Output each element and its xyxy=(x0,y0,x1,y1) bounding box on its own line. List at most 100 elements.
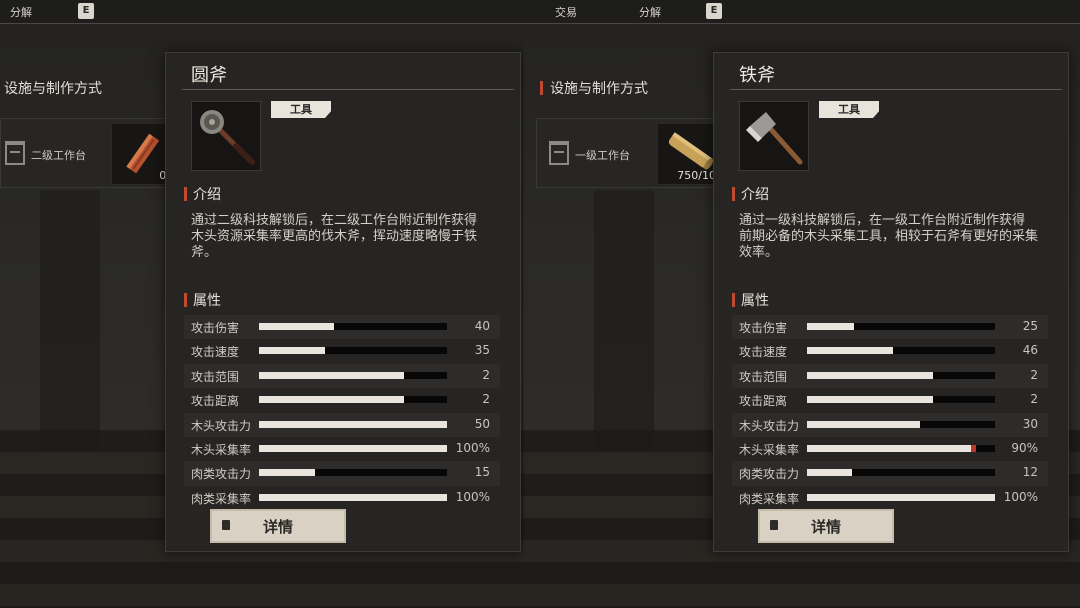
stat-row: 攻击伤害 25 xyxy=(732,315,1048,339)
item-title: 铁斧 xyxy=(739,65,775,86)
stat-bar-marker xyxy=(971,444,977,452)
stat-bar xyxy=(807,469,995,477)
disassemble-tab[interactable]: 分解 xyxy=(639,4,661,20)
description-text: 通过二级科技解锁后，在二级工作台附近制作获得 木头资源采集率更高的伐木斧，挥动速… xyxy=(191,213,478,260)
stat-value: 90% xyxy=(1011,440,1038,455)
stat-row: 攻击距离 2 xyxy=(184,388,500,412)
disassemble-tab[interactable]: 分解 xyxy=(10,4,32,20)
material-slot[interactable]: 750/10 xyxy=(657,123,719,185)
round-axe-icon xyxy=(200,110,255,165)
stat-label: 肉类采集率 xyxy=(739,491,800,506)
stat-bar xyxy=(259,371,447,379)
intro-heading-text: 介绍 xyxy=(741,187,769,203)
hotkey-e: E xyxy=(706,3,722,19)
wall-post xyxy=(40,190,100,450)
heading-accent xyxy=(732,187,735,201)
stat-bar-fill xyxy=(807,420,920,428)
facility-title-text: 设施与制作方式 xyxy=(550,81,648,97)
details-button-label: 详情 xyxy=(810,518,841,536)
trade-tab[interactable]: 交易 xyxy=(555,4,577,20)
stat-row: 肉类采集率 100% xyxy=(732,486,1048,510)
stat-value: 30 xyxy=(1022,416,1038,431)
stat-bar xyxy=(259,444,447,452)
details-button[interactable]: 详情 xyxy=(758,509,894,543)
stats-heading-text: 属性 xyxy=(193,293,221,309)
stat-row: 攻击距离 2 xyxy=(732,388,1048,412)
stat-row: 木头采集率 90% xyxy=(732,437,1048,461)
stats-list: 攻击伤害 40 攻击速度 35 攻击范围 2 攻击距离 2 木头攻击力 50 木头采集率 100% 肉类… xyxy=(184,315,500,510)
stat-value: 40 xyxy=(474,319,490,333)
stats-heading: 属性 xyxy=(184,290,221,310)
stat-bar-fill xyxy=(807,323,854,330)
item-detail-panel: 铁斧 工具 介绍 通过一级科技解锁后，在一级工作台附近制作获得 前期必备的木头采… xyxy=(713,52,1069,552)
stat-bar xyxy=(259,420,447,428)
stat-bar-fill xyxy=(259,396,404,404)
stat-label: 木头攻击力 xyxy=(739,418,800,433)
stat-row: 木头攻击力 30 xyxy=(732,413,1048,437)
facility-section-title: 设施与制作方式 xyxy=(540,78,648,98)
intro-heading-text: 介绍 xyxy=(193,187,221,203)
stat-bar-fill xyxy=(259,493,447,501)
stat-label: 肉类采集率 xyxy=(191,491,252,506)
stat-value: 2 xyxy=(1030,392,1038,407)
stat-bar-fill xyxy=(807,493,995,501)
stat-label: 攻击速度 xyxy=(191,345,240,360)
stat-bar-fill xyxy=(807,371,933,379)
stat-value: 12 xyxy=(1022,465,1038,480)
stat-row: 木头采集率 100% xyxy=(184,437,500,461)
item-type-tag: 工具 xyxy=(271,101,331,118)
item-description: 通过二级科技解锁后，在二级工作台附近制作获得 木头资源采集率更高的伐木斧，挥动速… xyxy=(191,213,496,261)
stat-label: 木头采集率 xyxy=(739,442,800,457)
stat-row: 攻击伤害 40 xyxy=(184,315,500,339)
stat-value: 100% xyxy=(455,440,490,455)
heading-accent xyxy=(732,293,735,307)
item-title: 圆斧 xyxy=(191,65,227,86)
intro-heading: 介绍 xyxy=(732,184,769,204)
stat-bar xyxy=(807,323,995,330)
item-type-tag: 工具 xyxy=(819,101,879,118)
stat-label: 木头攻击力 xyxy=(191,418,252,433)
stat-bar xyxy=(259,396,447,404)
details-button[interactable]: 详情 xyxy=(210,509,346,543)
stat-value: 35 xyxy=(474,343,490,358)
heading-accent xyxy=(184,187,187,201)
stat-row: 攻击速度 46 xyxy=(732,339,1048,363)
facility-row[interactable]: 一级工作台 750/10 xyxy=(536,118,719,188)
stats-list: 攻击伤害 25 攻击速度 46 攻击范围 2 攻击距离 2 木头攻击力 30 木头采集率 90% 肉类攻… xyxy=(732,315,1048,510)
stat-value: 46 xyxy=(1022,343,1038,358)
stat-label: 肉类攻击力 xyxy=(191,467,252,482)
stat-bar xyxy=(259,347,447,355)
stat-label: 攻击范围 xyxy=(191,369,240,384)
stat-bar-fill xyxy=(807,469,853,477)
wall-post xyxy=(594,190,654,450)
stat-bar xyxy=(807,347,995,355)
stat-value: 100% xyxy=(455,489,490,504)
stat-bar-fill xyxy=(259,371,404,379)
stat-bar-fill xyxy=(259,469,316,477)
material-slot[interactable]: 0/ xyxy=(111,123,173,185)
heading-accent xyxy=(540,81,543,95)
stat-label: 攻击范围 xyxy=(739,369,788,384)
stat-value: 25 xyxy=(1022,319,1038,333)
stat-label: 木头采集率 xyxy=(191,442,252,457)
workbench-icon xyxy=(5,141,25,165)
stat-label: 攻击伤害 xyxy=(191,321,240,335)
facility-row[interactable]: 二级工作台 0/ xyxy=(0,118,173,188)
stat-label: 攻击距离 xyxy=(739,394,788,409)
item-icon-slot xyxy=(739,101,809,171)
workbench-icon xyxy=(549,141,569,165)
facility-section-title: 设施与制作方式 xyxy=(4,78,102,98)
workbench-label: 一级工作台 xyxy=(575,149,630,162)
hotkey-e: E xyxy=(78,3,94,19)
stat-value: 100% xyxy=(1003,489,1038,504)
stat-value: 2 xyxy=(482,392,490,407)
workbench-label: 二级工作台 xyxy=(31,149,86,162)
stat-bar-fill xyxy=(807,444,977,452)
item-icon-slot xyxy=(191,101,261,171)
stat-bar-fill xyxy=(259,323,335,330)
stat-bar-fill xyxy=(259,347,325,355)
iron-axe-icon xyxy=(746,112,803,165)
stat-bar xyxy=(807,396,995,404)
facility-title-text: 设施与制作方式 xyxy=(4,81,102,97)
stat-label: 肉类攻击力 xyxy=(739,467,800,482)
